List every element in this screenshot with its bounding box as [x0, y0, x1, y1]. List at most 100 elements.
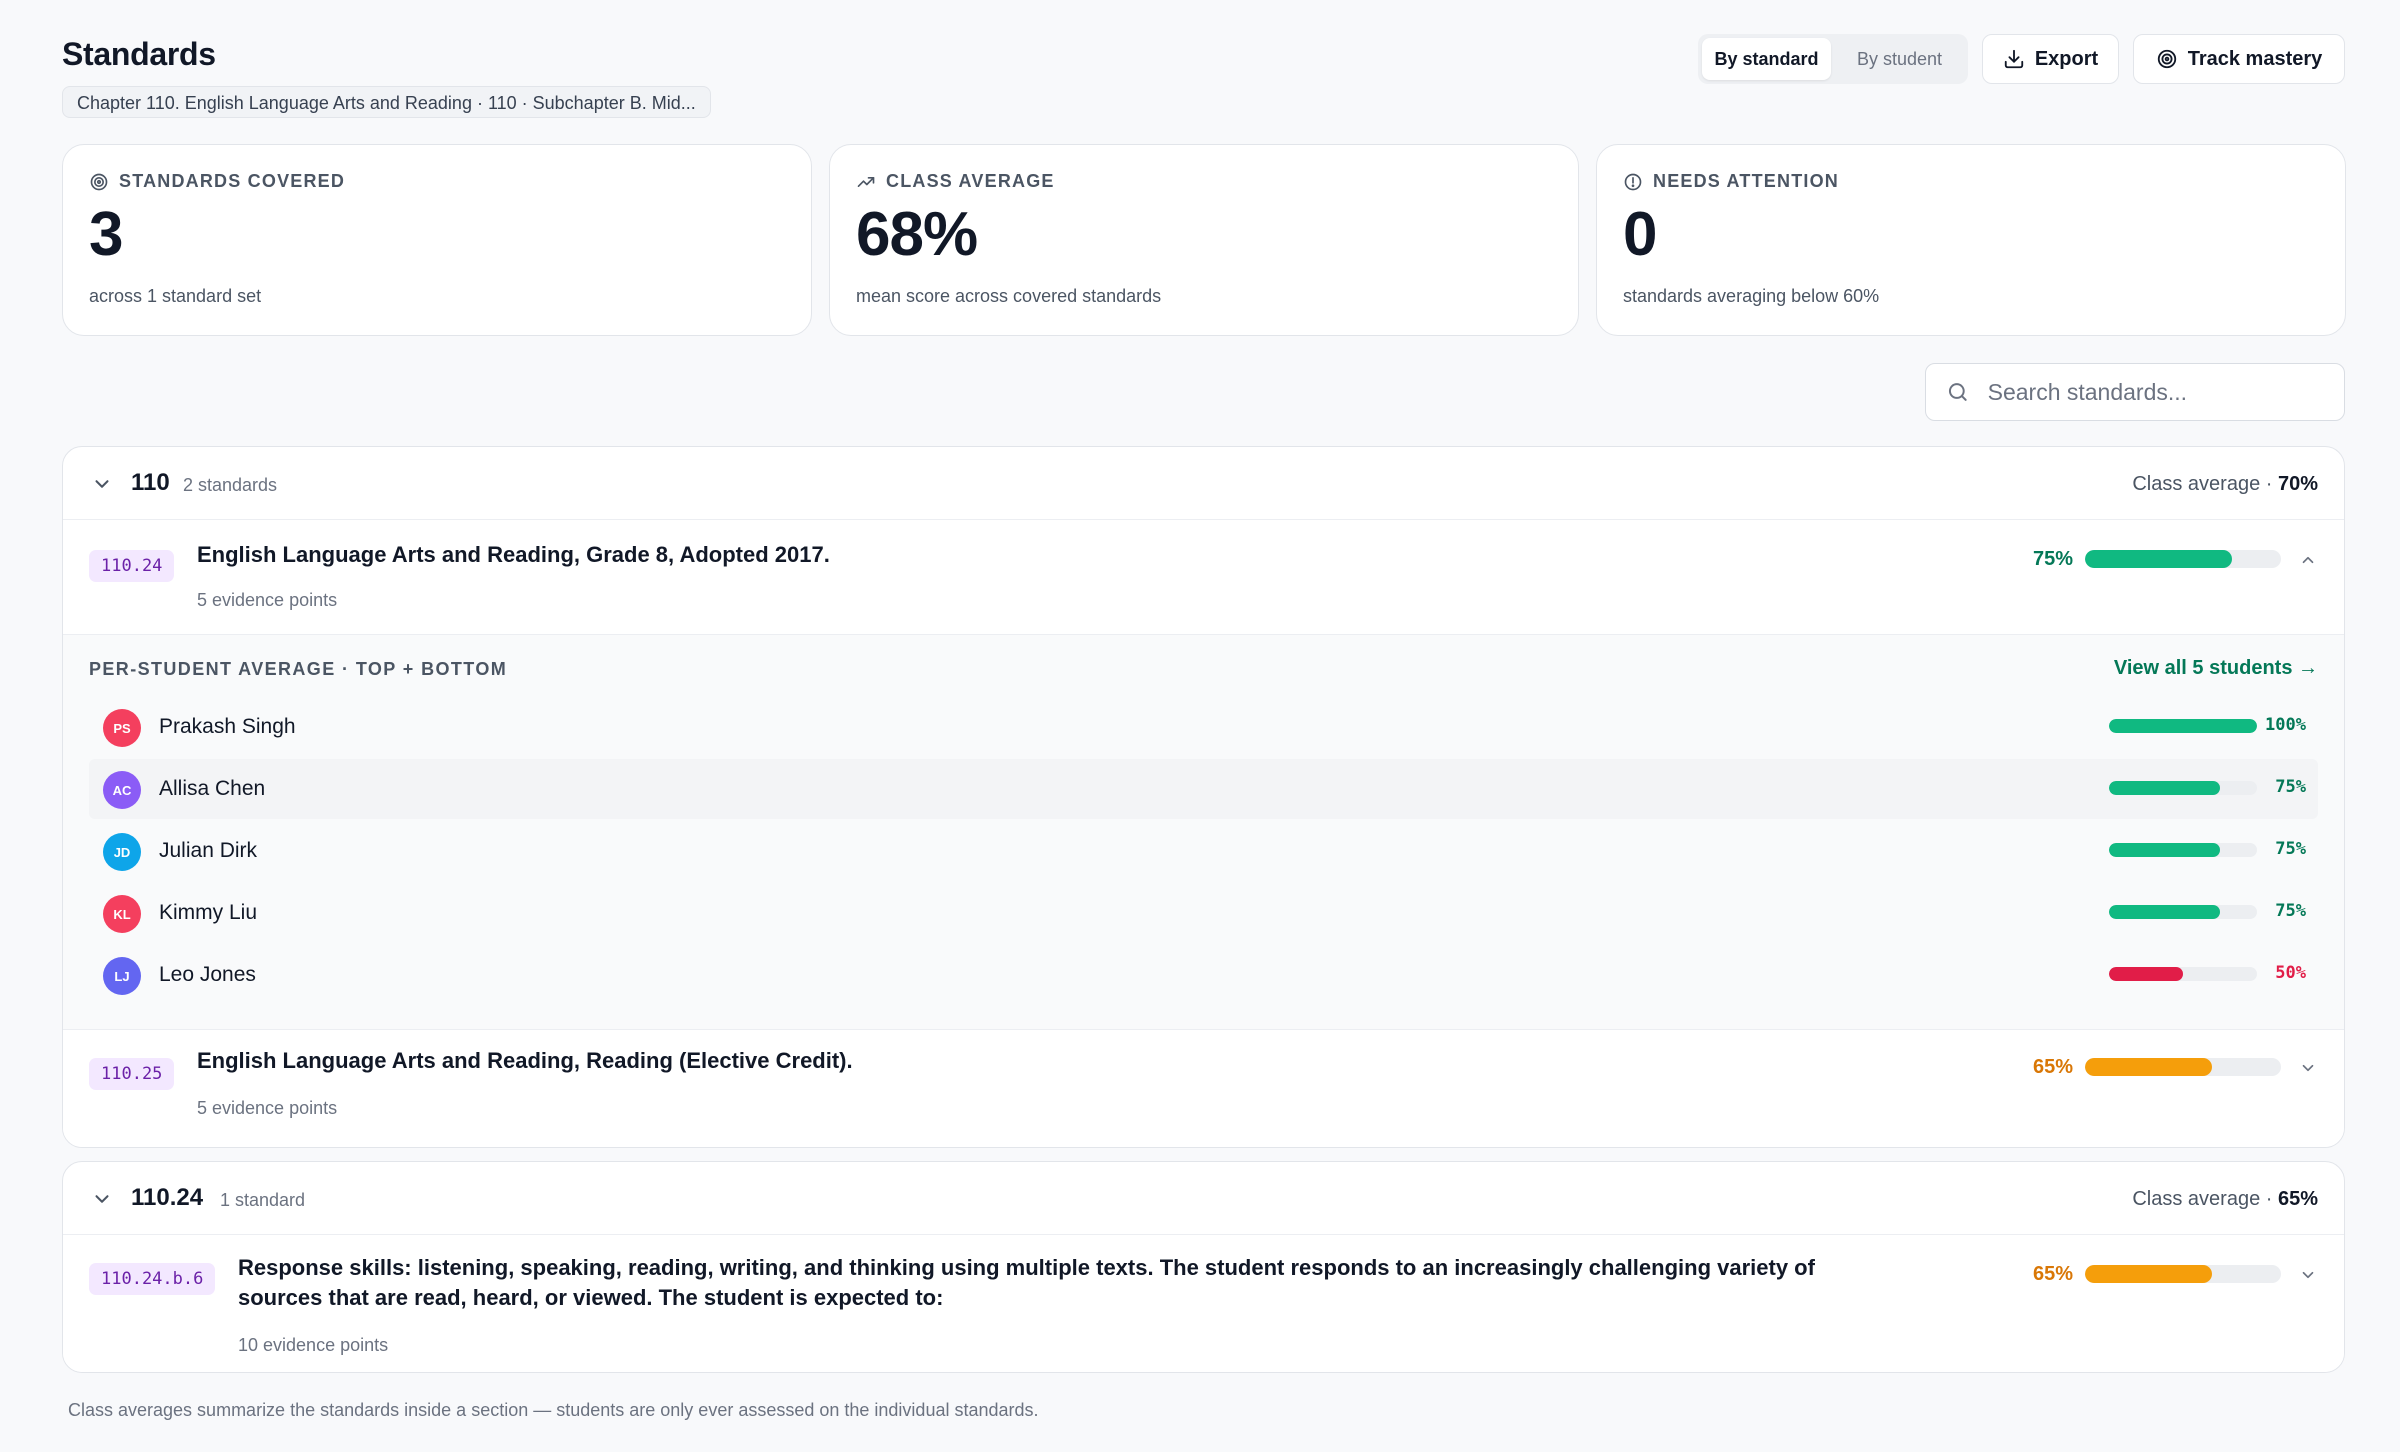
section-name: 110: [131, 469, 170, 496]
export-button[interactable]: Export: [1982, 34, 2119, 84]
progress-fill: [2109, 905, 2220, 919]
track-mastery-button[interactable]: Track mastery: [2133, 34, 2345, 84]
chevron-down-icon[interactable]: [91, 473, 113, 495]
search-box: [1925, 363, 2345, 421]
standard-percent: 65%: [2032, 1056, 2073, 1078]
stat-card-class-average: CLASS AVERAGE 68% mean score across cove…: [829, 144, 1579, 336]
stat-subtext: across 1 standard set: [89, 286, 262, 306]
page-title: Standards: [62, 36, 216, 72]
stat-label: NEEDS ATTENTION: [1653, 171, 1840, 191]
chevron-down-icon[interactable]: [2299, 1059, 2317, 1077]
breadcrumb[interactable]: Chapter 110. English Language Arts and R…: [62, 86, 711, 118]
standard-progress-bar: [2085, 1265, 2281, 1283]
stat-label-wrap: NEEDS ATTENTION: [1623, 171, 2319, 192]
student-name: Allisa Chen: [159, 777, 266, 800]
per-student-panel: PER-STUDENT AVERAGE · TOP + BOTTOM View …: [63, 634, 2344, 1030]
student-row[interactable]: KL Kimmy Liu 75%: [89, 883, 2318, 943]
standard-progress-bar: [2085, 550, 2281, 568]
target-icon: [2157, 49, 2176, 69]
student-progress-bar: [2109, 719, 2257, 733]
standard-title: English Language Arts and Reading, Grade…: [197, 542, 830, 567]
student-row[interactable]: AC Allisa Chen 75%: [89, 759, 2318, 819]
chevron-up-icon[interactable]: [2299, 551, 2317, 569]
stat-label: CLASS AVERAGE: [886, 171, 1055, 191]
progress-fill: [2109, 967, 2183, 981]
chevron-down-icon[interactable]: [91, 1188, 113, 1210]
standard-evidence-count: 5 evidence points: [197, 590, 338, 610]
standard-title: Response skills: listening, speaking, re…: [238, 1255, 1815, 1310]
standard-percent: 65%: [2032, 1263, 2073, 1285]
section-110-24: 110.24 1 standard Class average · 65% 11…: [62, 1161, 2345, 1373]
per-student-header: PER-STUDENT AVERAGE · TOP + BOTTOM: [89, 659, 508, 679]
standard-row-110-25[interactable]: 110.25 English Language Arts and Reading…: [63, 1030, 2344, 1147]
toggle-by-student[interactable]: By student: [1835, 38, 1964, 80]
avg-value: 65%: [2277, 1188, 2318, 1210]
standard-percent: 75%: [2032, 548, 2073, 570]
standards-page: Standards Chapter 110. English Language …: [0, 0, 2400, 1452]
stat-subtext: mean score across covered standards: [856, 286, 1162, 306]
student-row[interactable]: JD Julian Dirk 75%: [89, 821, 2318, 881]
student-row[interactable]: PS Prakash Singh 100%: [89, 697, 2318, 757]
student-percent: 100%: [2265, 715, 2306, 735]
student-name: Julian Dirk: [159, 839, 258, 862]
student-progress-bar: [2109, 843, 2257, 857]
stat-card-needs-attention: NEEDS ATTENTION 0 standards averaging be…: [1596, 144, 2346, 336]
stat-label: STANDARDS COVERED: [119, 171, 346, 191]
progress-fill: [2085, 1265, 2213, 1283]
student-name: Leo Jones: [159, 963, 256, 986]
avatar: JD: [103, 833, 141, 871]
section-header[interactable]: 110.24 1 standard Class average · 65%: [63, 1162, 2344, 1235]
avg-label: Class average ·: [2132, 473, 2278, 495]
standard-evidence-count: 5 evidence points: [197, 1098, 338, 1118]
student-percent: 75%: [2275, 839, 2306, 859]
section-header[interactable]: 110 2 standards Class average · 70%: [63, 447, 2344, 520]
progress-fill: [2109, 719, 2257, 733]
alert-circle-icon: [1624, 173, 1642, 190]
trending-up-icon: [857, 176, 875, 187]
track-mastery-label: Track mastery: [2187, 47, 2323, 70]
avatar: LJ: [103, 957, 141, 995]
standard-progress-bar: [2085, 1058, 2281, 1076]
avg-value: 70%: [2277, 473, 2318, 495]
student-name: Kimmy Liu: [159, 901, 258, 924]
export-label: Export: [2034, 47, 2099, 70]
section-name: 110.24: [131, 1184, 204, 1211]
stat-card-standards-covered: STANDARDS COVERED 3 across 1 standard se…: [62, 144, 812, 336]
student-progress-bar: [2109, 967, 2257, 981]
student-percent: 50%: [2275, 963, 2306, 983]
standard-row-110-24[interactable]: 110.24 English Language Arts and Reading…: [63, 520, 2344, 634]
standard-title: English Language Arts and Reading, Readi…: [197, 1048, 853, 1073]
stat-value: 3: [89, 200, 123, 269]
student-progress-bar: [2109, 781, 2257, 795]
student-name: Prakash Singh: [159, 715, 296, 738]
standard-code-badge: 110.24: [89, 550, 175, 582]
avatar: AC: [103, 771, 141, 809]
section-110: 110 2 standards Class average · 70% 110.…: [62, 446, 2345, 1148]
target-icon: [90, 173, 108, 190]
stat-label-wrap: STANDARDS COVERED: [89, 171, 785, 192]
progress-fill: [2109, 781, 2220, 795]
avatar: KL: [103, 895, 141, 933]
progress-fill: [2085, 550, 2232, 568]
section-count: 2 standards: [183, 475, 278, 495]
footer-note: Class averages summarize the standards i…: [68, 1400, 1039, 1420]
progress-fill: [2085, 1058, 2213, 1076]
view-all-students-link[interactable]: View all 5 students →: [2114, 657, 2318, 680]
stat-value: 68%: [856, 200, 978, 269]
standard-row-110-24-b-6[interactable]: 110.24.b.6 Response skills: listening, s…: [63, 1235, 2344, 1372]
avatar: PS: [103, 709, 141, 747]
view-toggle: By standard By student: [1698, 34, 1968, 84]
student-percent: 75%: [2275, 777, 2306, 797]
search-input[interactable]: [1985, 377, 2324, 407]
search-icon: [1948, 383, 1967, 401]
student-percent: 75%: [2275, 901, 2306, 921]
progress-fill: [2109, 843, 2220, 857]
chevron-down-icon[interactable]: [2299, 1266, 2317, 1284]
stat-subtext: standards averaging below 60%: [1623, 286, 1880, 306]
stat-label-wrap: CLASS AVERAGE: [856, 171, 1552, 192]
stat-value: 0: [1623, 200, 1657, 269]
standard-evidence-count: 10 evidence points: [238, 1335, 389, 1355]
toggle-by-standard[interactable]: By standard: [1702, 38, 1831, 80]
student-row[interactable]: LJ Leo Jones 50%: [89, 945, 2318, 1005]
student-progress-bar: [2109, 905, 2257, 919]
